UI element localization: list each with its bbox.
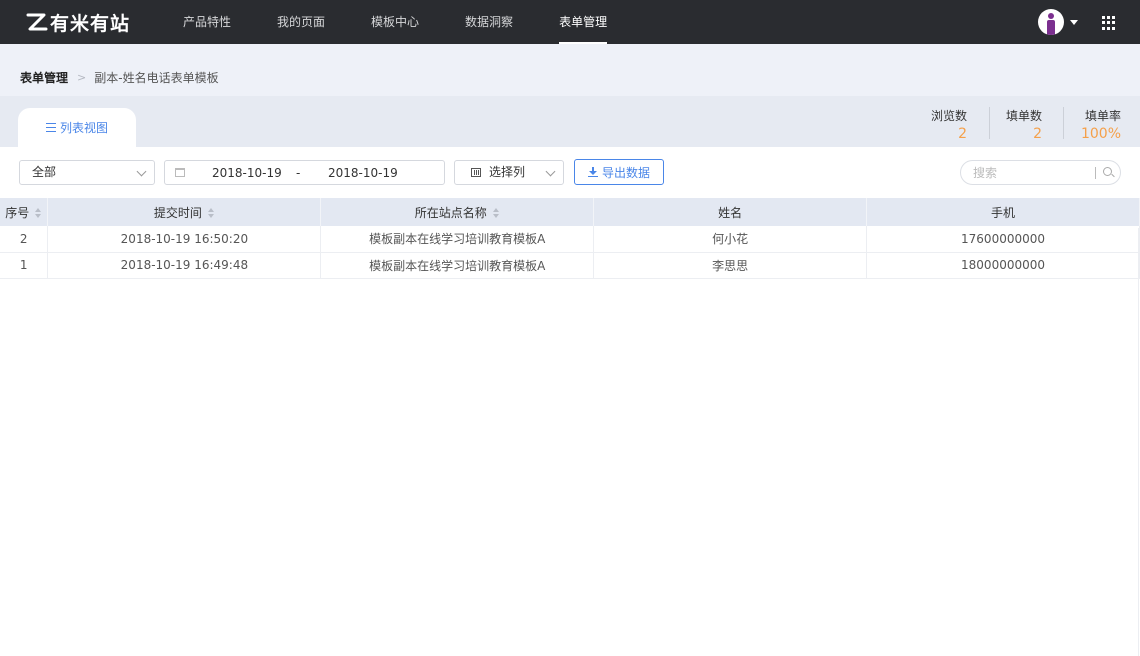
stat-views: 浏览数 2 (931, 107, 967, 142)
nav-item-form-management[interactable]: 表单管理 (536, 0, 630, 44)
stat-value: 100% (1080, 126, 1121, 142)
header-phone: 手机 (866, 198, 1140, 226)
chevron-down-icon (545, 166, 556, 177)
cell-index: 1 (0, 252, 49, 279)
divider (1095, 167, 1096, 179)
grid-apps-icon[interactable] (1102, 16, 1116, 30)
divider (1063, 107, 1064, 139)
calendar-icon (175, 168, 185, 177)
breadcrumb-root[interactable]: 表单管理 (20, 69, 68, 86)
stat-label: 填单率 (1084, 109, 1121, 123)
header-site-name[interactable]: 所在站点名称 (320, 198, 595, 226)
breadcrumb-current: 副本-姓名电话表单模板 (94, 71, 219, 85)
column-select-label: 选择列 (489, 165, 526, 179)
header-submit-time[interactable]: 提交时间 (47, 198, 322, 226)
chevron-down-icon (136, 166, 147, 177)
sort-icon[interactable] (35, 208, 42, 218)
export-label: 导出数据 (601, 165, 650, 180)
list-icon (45, 123, 56, 132)
cell-name: 李思思 (593, 252, 868, 279)
nav-item-templates[interactable]: 模板中心 (348, 0, 442, 44)
nav-item-features[interactable]: 产品特性 (160, 0, 254, 44)
logo-text: 有米有站 (50, 12, 131, 35)
date-end[interactable]: 2018-10-19 (328, 166, 398, 180)
cell-phone: 18000000000 (866, 252, 1140, 279)
column-select[interactable]: 选择列 (454, 160, 564, 185)
search-input[interactable] (973, 165, 1091, 181)
columns-icon (471, 168, 481, 177)
table-row[interactable]: 1 2018-10-19 16:49:48 模板副本在线学习培训教育模板A 李思… (0, 252, 1140, 279)
filter-toolbar: 全部 2018-10-19 - 2018-10-19 选择列 导出数据 (0, 147, 1140, 198)
download-icon (587, 167, 598, 177)
stat-submissions: 填单数 2 (1006, 107, 1042, 142)
cell-name: 何小花 (593, 226, 868, 253)
logo[interactable]: 有米有站 (26, 10, 131, 35)
divider (1138, 228, 1139, 656)
search-icon[interactable] (1103, 167, 1112, 176)
scope-select[interactable]: 全部 (19, 160, 155, 185)
sort-icon[interactable] (207, 208, 215, 218)
date-separator: - (296, 166, 301, 180)
date-range-picker[interactable]: 2018-10-19 - 2018-10-19 (164, 160, 445, 185)
stat-value: 2 (1033, 126, 1042, 142)
caret-down-icon[interactable] (1070, 20, 1078, 25)
stat-label: 浏览数 (930, 109, 967, 123)
cell-submit-time: 2018-10-19 16:49:48 (47, 252, 322, 279)
breadcrumb-area: 表单管理 > 副本-姓名电话表单模板 (0, 44, 1140, 96)
divider (989, 107, 990, 139)
header-name: 姓名 (593, 198, 868, 226)
cell-site-name: 模板副本在线学习培训教育模板A (320, 252, 595, 279)
user-avatar-icon[interactable] (1038, 9, 1064, 35)
export-data-button[interactable]: 导出数据 (574, 159, 664, 185)
z-logo-icon (26, 13, 48, 31)
cell-site-name: 模板副本在线学习培训教育模板A (320, 226, 595, 253)
date-start[interactable]: 2018-10-19 (212, 166, 282, 180)
tab-label: 列表视图 (59, 121, 108, 135)
stat-label: 填单数 (1005, 109, 1042, 123)
stat-fill-rate: 填单率 100% (1081, 107, 1121, 142)
table-header-row: 序号 提交时间 所在站点名称 姓名 手机 (0, 198, 1140, 226)
table-row[interactable]: 2 2018-10-19 16:50:20 模板副本在线学习培训教育模板A 何小… (0, 226, 1140, 253)
main-nav: 产品特性 我的页面 模板中心 数据洞察 表单管理 (160, 0, 630, 44)
nav-item-insights[interactable]: 数据洞察 (442, 0, 536, 44)
submissions-table: 序号 提交时间 所在站点名称 姓名 手机 2 2018-10-19 16:50:… (0, 198, 1140, 279)
sort-icon[interactable] (492, 208, 500, 218)
cell-submit-time: 2018-10-19 16:50:20 (47, 226, 322, 253)
stat-value: 2 (958, 126, 967, 142)
cell-phone: 17600000000 (866, 226, 1140, 253)
top-navbar: 有米有站 产品特性 我的页面 模板中心 数据洞察 表单管理 (0, 0, 1140, 44)
search-box (960, 160, 1121, 185)
cell-index: 2 (0, 226, 49, 253)
breadcrumb: 表单管理 > 副本-姓名电话表单模板 (20, 69, 219, 86)
chevron-right-icon: > (77, 71, 87, 84)
header-index[interactable]: 序号 (0, 198, 49, 226)
tab-area: 列表视图 浏览数 2 填单数 2 填单率 100% (0, 96, 1140, 147)
tab-list-view[interactable]: 列表视图 (18, 108, 136, 147)
nav-item-my-pages[interactable]: 我的页面 (254, 0, 348, 44)
scope-select-value: 全部 (32, 165, 57, 179)
